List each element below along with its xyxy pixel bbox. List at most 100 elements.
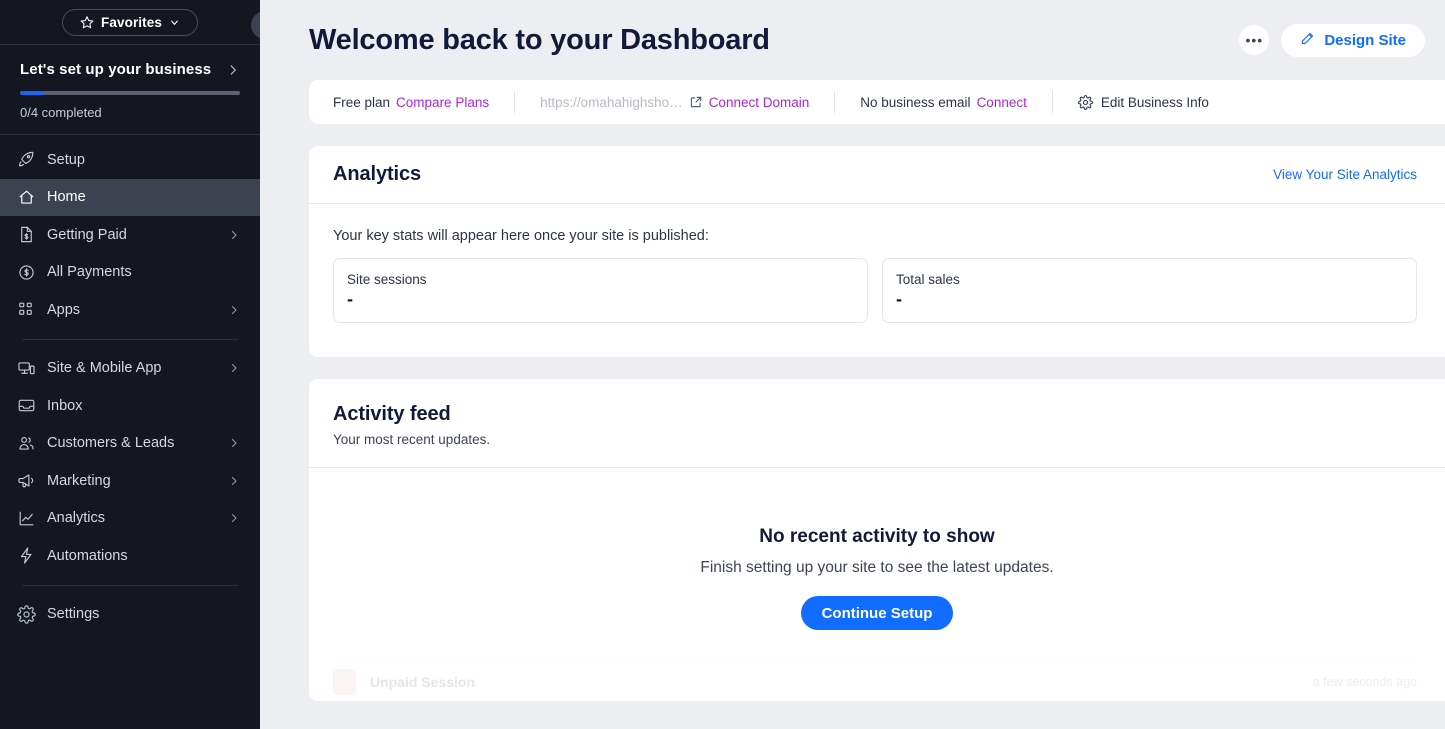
sidebar-item-label: Apps bbox=[47, 301, 81, 318]
chevron-right-icon bbox=[228, 229, 240, 241]
sidebar-item-site-mobile-app[interactable]: Site & Mobile App bbox=[0, 350, 260, 388]
analytics-card-body: Your key stats will appear here once you… bbox=[309, 204, 1445, 357]
sidebar-item-label: Setup bbox=[47, 151, 85, 168]
activity-list-item[interactable]: Unpaid Session a few seconds ago bbox=[333, 662, 1417, 701]
sidebar-item-customers-leads[interactable]: Customers & Leads bbox=[0, 425, 260, 463]
view-site-analytics-link[interactable]: View Your Site Analytics bbox=[1273, 167, 1417, 182]
sidebar-nav: Setup Home Getting Paid All Payments Apps Si… bbox=[0, 135, 260, 633]
design-site-button[interactable]: Design Site bbox=[1281, 23, 1425, 57]
continue-setup-button[interactable]: Continue Setup bbox=[800, 596, 954, 630]
page-header: Welcome back to your Dashboard ••• Desig… bbox=[260, 0, 1445, 80]
invoice-icon bbox=[16, 225, 36, 245]
ellipsis-icon: ••• bbox=[1245, 32, 1264, 48]
page-title: Welcome back to your Dashboard bbox=[309, 23, 770, 56]
sidebar-item-apps[interactable]: Apps bbox=[0, 291, 260, 329]
sidebar-item-label: Customers & Leads bbox=[47, 435, 175, 452]
sidebar-item-label: Getting Paid bbox=[47, 226, 127, 243]
sidebar-item-all-payments[interactable]: All Payments bbox=[0, 254, 260, 292]
coin-icon bbox=[16, 262, 36, 282]
stat-label: Site sessions bbox=[347, 272, 427, 287]
connect-domain-link[interactable]: Connect Domain bbox=[709, 95, 810, 110]
analytics-stat-row: Site sessions - Total sales - bbox=[333, 258, 1417, 323]
sidebar-item-marketing[interactable]: Marketing bbox=[0, 462, 260, 500]
edit-business-info-label: Edit Business Info bbox=[1100, 94, 1209, 110]
stat-value: - bbox=[896, 289, 902, 309]
connect-email-link[interactable]: Connect bbox=[977, 95, 1027, 110]
sidebar-nav-group-primary: Setup Home Getting Paid All Payments Apps bbox=[0, 141, 260, 329]
chevron-down-icon bbox=[169, 17, 180, 28]
main-content: Welcome back to your Dashboard ••• Desig… bbox=[260, 0, 1445, 729]
activity-feed-card: Activity feed Your most recent updates. … bbox=[309, 379, 1445, 701]
favorites-button[interactable]: Favorites bbox=[62, 8, 198, 36]
setup-progress-fill bbox=[20, 91, 45, 95]
divider bbox=[22, 338, 238, 340]
devices-icon bbox=[16, 358, 36, 378]
activity-empty-state: No recent activity to show Finish settin… bbox=[309, 468, 1445, 630]
activity-item-label: Unpaid Session bbox=[370, 674, 476, 690]
star-icon bbox=[80, 15, 94, 29]
home-icon bbox=[16, 187, 36, 207]
analytics-subtitle: Your key stats will appear here once you… bbox=[333, 228, 709, 244]
divider bbox=[1051, 91, 1053, 113]
site-info-bar: Free plan Compare Plans https://omahahig… bbox=[309, 80, 1445, 124]
setup-progress-block: Let's set up your business 0/4 completed bbox=[0, 45, 260, 134]
session-avatar-icon bbox=[333, 669, 356, 695]
sidebar-item-label: Inbox bbox=[47, 397, 83, 414]
plan-label: Free plan bbox=[333, 94, 391, 110]
external-link-icon[interactable] bbox=[689, 95, 703, 109]
setup-progress-link[interactable]: Let's set up your business bbox=[20, 61, 240, 78]
activity-feed-subtitle: Your most recent updates. bbox=[333, 432, 491, 447]
sidebar-item-label: Site & Mobile App bbox=[47, 360, 162, 377]
sidebar-nav-group-secondary: Site & Mobile App Inbox Customers & Leads M… bbox=[0, 350, 260, 575]
divider bbox=[834, 91, 836, 113]
sidebar-item-analytics[interactable]: Analytics bbox=[0, 500, 260, 538]
compare-plans-link[interactable]: Compare Plans bbox=[396, 95, 489, 110]
setup-progress-bar bbox=[20, 91, 240, 95]
analytics-card-header: Analytics View Your Site Analytics bbox=[309, 146, 1445, 204]
edit-business-info-button[interactable]: Edit Business Info bbox=[1078, 95, 1209, 110]
apps-icon bbox=[16, 300, 36, 320]
people-icon bbox=[16, 433, 36, 453]
sidebar-item-label: Analytics bbox=[47, 510, 106, 527]
analytics-card: Analytics View Your Site Analytics Your … bbox=[309, 146, 1445, 357]
chevron-right-icon bbox=[228, 475, 240, 487]
sidebar-item-label: Marketing bbox=[47, 472, 111, 489]
sidebar-item-getting-paid[interactable]: Getting Paid bbox=[0, 216, 260, 254]
analytics-title: Analytics bbox=[333, 163, 422, 185]
chevron-right-icon bbox=[228, 362, 240, 374]
site-url-label: https://omahahighsho… bbox=[540, 94, 683, 110]
activity-feed-header: Activity feed Your most recent updates. bbox=[309, 379, 1445, 468]
sidebar-item-setup[interactable]: Setup bbox=[0, 141, 260, 179]
design-site-label: Design Site bbox=[1324, 31, 1406, 49]
chart-icon bbox=[16, 508, 36, 528]
domain-segment: https://omahahighsho… Connect Domain bbox=[540, 95, 809, 110]
empty-state-title: No recent activity to show bbox=[759, 526, 995, 547]
business-email-segment: No business email Connect bbox=[860, 95, 1027, 110]
more-options-button[interactable]: ••• bbox=[1239, 25, 1270, 55]
activity-item-time: a few seconds ago bbox=[1312, 675, 1417, 689]
empty-state-subtitle: Finish setting up your site to see the l… bbox=[700, 559, 1054, 576]
sidebar-item-home[interactable]: Home bbox=[0, 178, 260, 216]
setup-progress-title: Let's set up your business bbox=[20, 61, 212, 78]
stat-card: Site sessions - bbox=[333, 258, 868, 323]
sidebar-item-label: Automations bbox=[47, 547, 128, 564]
activity-feed-title: Activity feed bbox=[333, 403, 451, 425]
bolt-icon bbox=[16, 546, 36, 566]
favorites-bar: Favorites bbox=[0, 0, 260, 44]
chevron-right-icon bbox=[228, 437, 240, 449]
sidebar-item-label: Settings bbox=[47, 606, 100, 623]
chevron-right-icon bbox=[228, 512, 240, 524]
sidebar-nav-group-settings: Settings bbox=[0, 596, 260, 634]
sidebar-item-settings[interactable]: Settings bbox=[0, 596, 260, 634]
header-actions: ••• Design Site bbox=[1239, 23, 1425, 57]
rocket-icon bbox=[16, 150, 36, 170]
gear-icon bbox=[1078, 94, 1093, 110]
stat-card: Total sales - bbox=[882, 258, 1417, 323]
sidebar-item-automations[interactable]: Automations bbox=[0, 537, 260, 575]
gear-icon bbox=[16, 604, 36, 624]
inbox-icon bbox=[16, 396, 36, 416]
chevron-right-icon bbox=[226, 63, 240, 77]
megaphone-icon bbox=[16, 471, 36, 491]
sidebar-item-inbox[interactable]: Inbox bbox=[0, 387, 260, 425]
sidebar-item-label: Home bbox=[47, 189, 86, 206]
